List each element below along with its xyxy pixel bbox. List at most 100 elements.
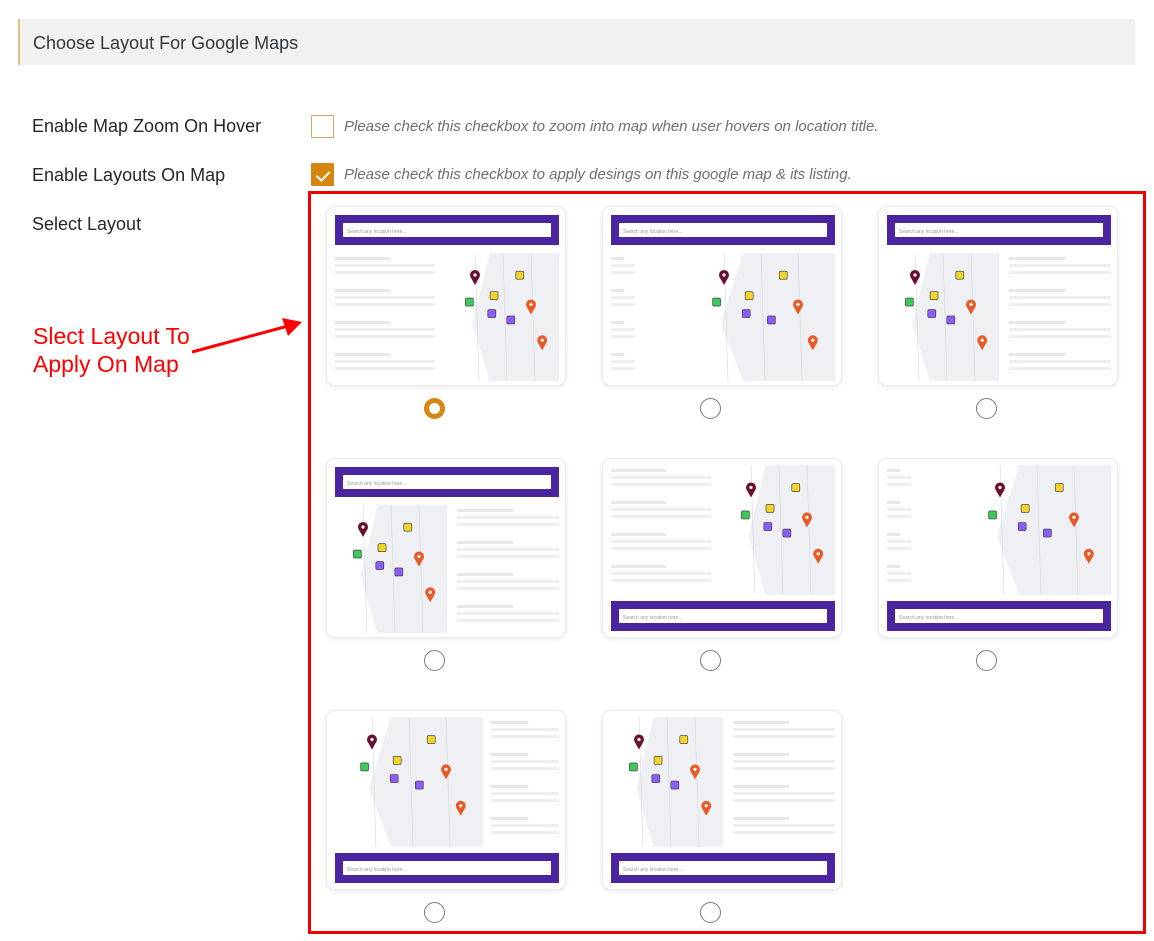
list-line [887,515,911,518]
map-pin-icon [782,528,792,538]
list-line [457,509,514,512]
layout-card-5[interactable]: Search any location here... [602,458,842,638]
map-pin-icon [791,483,801,492]
map-pin-icon [929,291,939,300]
layout-preview-4: Search any location here... [335,467,559,634]
list-line [491,767,559,770]
list-line [611,303,635,306]
list-line [611,547,711,550]
layout-preview-2: Search any location here... [611,215,835,382]
search-placeholder: Search any location here... [347,481,406,487]
list-line [733,831,835,834]
list-line [611,476,711,479]
layout-card-1[interactable]: Search any location here... [326,206,566,386]
list-line [887,476,911,479]
list-line [887,572,911,575]
map-pin-icon [955,270,965,280]
search-placeholder: Search any location here... [623,615,682,621]
layout-radio-8[interactable] [700,902,721,923]
list-line [611,271,635,274]
list-line [1009,367,1111,370]
layout-card-6[interactable]: Search any location here... [878,458,1118,638]
list-line [733,799,835,802]
list-line [457,612,559,615]
zoom-hover-checkbox[interactable] [311,115,334,138]
list-line [611,565,666,568]
callout-line-1: Slect Layout To [33,323,190,349]
list-line [611,367,635,370]
list-line [887,508,911,511]
layout-preview-6: Search any location here... [887,464,1111,631]
list-line [1009,289,1066,292]
list-line [1009,321,1066,324]
layouts-on-map-label: Enable Layouts On Map [32,165,226,185]
list-line [457,619,559,622]
map-pin-icon [1020,504,1030,513]
map-pin-icon [744,291,754,300]
list-line [491,760,559,763]
list-line [457,541,514,544]
list-line [611,501,666,504]
list-line [733,728,835,731]
list-line [733,824,835,827]
search-placeholder: Search any location here... [623,867,682,873]
map-pin-icon [403,522,413,532]
layouts-on-map-checkbox[interactable] [311,163,334,186]
search-placeholder: Search any location here... [623,229,682,235]
list-line [611,353,625,356]
section-title: Choose Layout For Google Maps [33,33,299,53]
list-line [887,483,911,486]
list-line [611,328,635,331]
list-line [733,785,790,788]
list-line [611,264,635,267]
list-line [491,831,559,834]
map-pin-icon [778,270,788,280]
map-pin-icon [741,309,751,318]
layout-card-8[interactable]: Search any location here... [602,710,842,890]
list-line [611,508,711,511]
list-line [335,360,435,363]
layout-card-3[interactable]: Search any location here... [878,206,1118,386]
list-line [491,824,559,827]
list-line [611,540,711,543]
layout-card-2[interactable]: Search any location here... [602,206,842,386]
list-line [457,587,559,590]
list-line [335,271,435,274]
list-line [887,540,911,543]
list-line [457,548,559,551]
map-pin-icon [389,774,399,783]
layout-radio-5[interactable] [700,650,721,671]
layout-radio-1[interactable] [424,398,445,419]
callout-annotation: Slect Layout To Apply On Map [33,322,190,378]
list-line [611,360,635,363]
layout-card-4[interactable]: Search any location here... [326,458,566,638]
list-line [1009,328,1111,331]
list-line [733,721,790,724]
list-line [335,367,435,370]
layout-radio-6[interactable] [976,650,997,671]
list-line [491,785,529,788]
layout-radio-3[interactable] [976,398,997,419]
layout-radio-7[interactable] [424,902,445,923]
list-line [1009,296,1111,299]
list-line [887,579,911,582]
list-line [335,289,390,292]
map-pin-icon [515,270,525,280]
layout-radio-4[interactable] [424,650,445,671]
layout-radio-2[interactable] [700,398,721,419]
list-line [1009,353,1066,356]
map-pin-icon [465,297,474,307]
map-pin-icon [353,549,362,559]
list-line [335,321,390,324]
map-pin-icon [712,297,721,307]
list-line [457,555,559,558]
list-line [611,579,711,582]
list-line [611,572,711,575]
map-pin-icon [506,315,516,325]
list-line [733,735,835,738]
callout-arrow-icon [191,318,302,354]
map-pin-icon [394,567,404,577]
search-placeholder: Search any location here... [899,615,958,621]
list-line [611,289,625,292]
layout-card-7[interactable]: Search any location here... [326,710,566,890]
